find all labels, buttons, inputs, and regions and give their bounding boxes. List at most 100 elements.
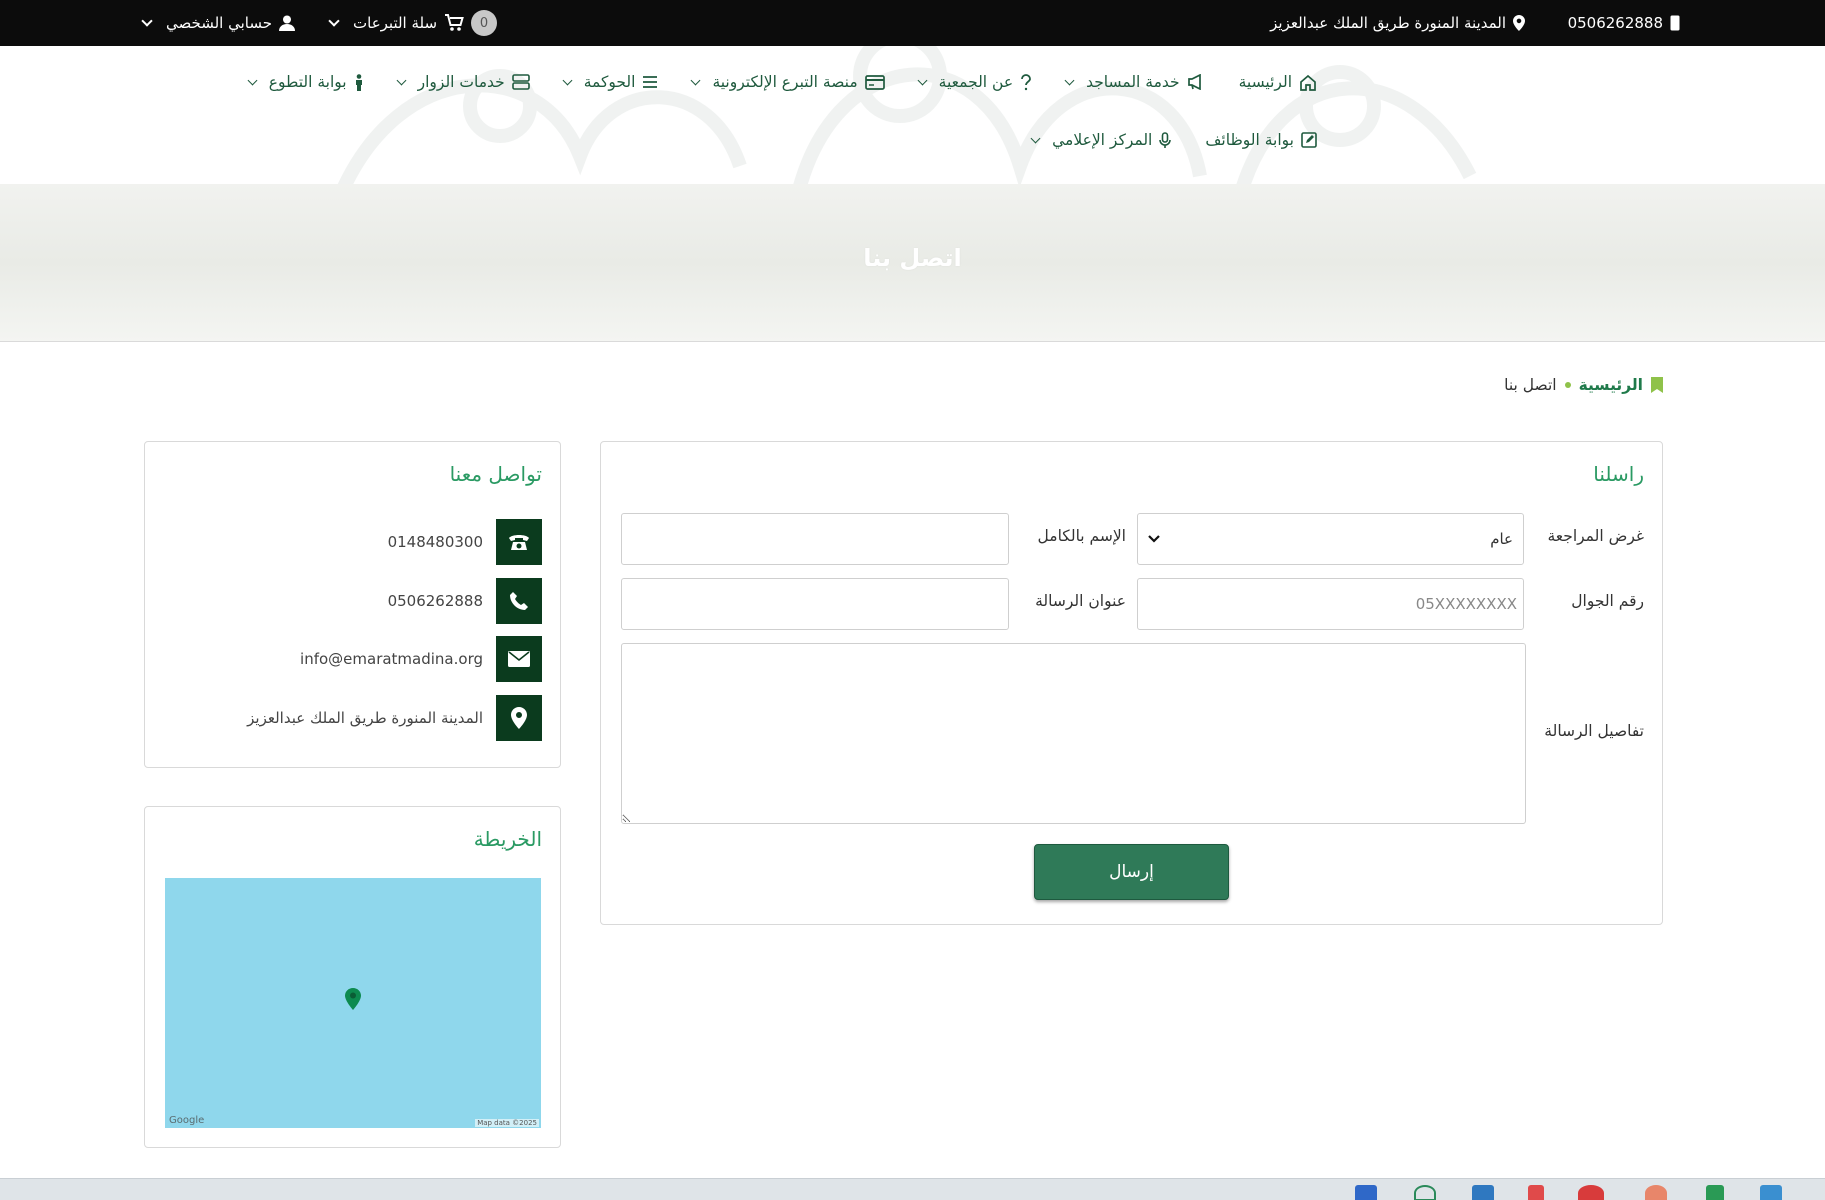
nav-item-label: بوابة الوظائف [1205,131,1294,149]
main-navigation: الرئيسية خدمة المساجد عن الجمعية منصة ال… [0,46,1825,184]
nav-item-media-center[interactable]: المركز الإعلامي [1030,131,1172,149]
nav-item-label: عن الجمعية [938,73,1014,91]
address-text: المدينة المنورة طريق الملك عبدالعزيز [247,709,483,727]
page-banner: اتصل بنا [0,184,1825,342]
map-card: الخريطة Google Map data ©2025 [144,806,561,1148]
taskbar-app-icon[interactable] [1706,1185,1724,1200]
chevron-down-icon [690,75,701,85]
breadcrumb-current: اتصل بنا [1504,376,1557,394]
chevron-down-icon [247,75,258,85]
taskbar-app-icon[interactable] [1472,1185,1494,1200]
google-logo: Google [169,1115,205,1126]
nav-item-home[interactable]: الرئيسية [1239,73,1317,91]
contact-form-card: راسلنا غرض المراجعة عام الإسم بالكامل رق… [600,441,1663,925]
details-label: تفاصيل الرسالة [1544,722,1644,740]
location-pin-icon [496,695,542,741]
nav-row-secondary: بوابة الوظائف المركز الإعلامي [998,131,1317,149]
taskbar-app-icon[interactable] [1760,1185,1782,1200]
contact-title: تواصل معنا [449,462,542,486]
person-icon [355,73,362,91]
user-icon [278,15,295,31]
nav-item-label: خدمة المساجد [1086,73,1180,91]
mobile-input[interactable] [1137,578,1524,630]
nav-item-label: الرئيسية [1238,73,1292,91]
account-label: حسابي الشخصي [166,14,272,32]
contact-mobile-row: 0506262888 [388,578,542,624]
ornament-background [337,46,1477,184]
nav-item-donation-platform[interactable]: منصة التبرع الإلكترونية [690,73,885,91]
banner-divider [0,341,1825,342]
cart-icon [445,14,464,31]
envelope-icon [496,636,542,682]
breadcrumb: الرئيسية اتصل بنا [1504,376,1663,394]
home-icon [1300,74,1316,91]
breadcrumb-home-link[interactable]: الرئيسية [1579,376,1643,394]
taskbar-app-icon[interactable] [1528,1185,1544,1200]
card-icon [864,74,885,90]
purpose-label: غرض المراجعة [1547,527,1644,545]
telephone-icon [496,519,542,565]
contact-landline-row: 0148480300 [388,519,542,565]
landline-text[interactable]: 0148480300 [388,533,483,551]
account-menu-button[interactable]: حسابي الشخصي [141,0,295,46]
nav-item-about[interactable]: عن الجمعية [917,73,1032,91]
chevron-down-icon [917,75,928,85]
contact-address-row: المدينة المنورة طريق الملك عبدالعزيز [247,695,542,741]
taskbar-app-icon[interactable] [1578,1185,1604,1200]
nav-item-governance[interactable]: الحوكمة [562,73,659,91]
map-marker-icon [345,988,361,1010]
nav-item-visitor-services[interactable]: خدمات الزوار [396,73,530,91]
cart-count-badge: 0 [471,10,498,36]
topbar-phone-text: 0506262888 [1567,14,1663,32]
email-text[interactable]: info@emaratmadina.org [300,650,483,668]
mobile-text[interactable]: 0506262888 [388,592,483,610]
nav-item-jobs-portal[interactable]: بوابة الوظائف [1205,131,1317,149]
topbar-phone[interactable]: 0506262888 [1568,0,1680,46]
megaphone-icon [1187,74,1201,90]
nav-item-label: المركز الإعلامي [1052,131,1153,149]
top-bar: 0506262888 المدينة المنورة طريق الملك عب… [0,0,1825,46]
breadcrumb-separator [1564,382,1571,388]
phone-icon [496,578,542,624]
nav-item-mosque-services[interactable]: خدمة المساجد [1064,73,1205,91]
subject-input[interactable] [621,578,1009,630]
map-attribution: Map data ©2025 [475,1119,539,1127]
chevron-down-icon [141,15,153,27]
nav-item-label: الحوكمة [583,73,636,91]
embedded-map[interactable]: Google Map data ©2025 [165,878,541,1128]
form-title: راسلنا [1593,462,1644,486]
chevron-down-icon [1148,535,1160,543]
chevron-down-icon [328,15,340,27]
purpose-select[interactable]: عام [1137,513,1524,565]
taskbar-app-icon[interactable] [1645,1185,1667,1200]
topbar-address: المدينة المنورة طريق الملك عبدالعزيز [1270,0,1525,46]
details-textarea[interactable] [621,643,1526,824]
chevron-down-icon [1064,75,1075,85]
fullname-input[interactable] [621,513,1009,565]
page-title: اتصل بنا [863,244,962,272]
location-pin-icon [1513,15,1525,31]
subject-label: عنوان الرسالة [1035,592,1126,610]
taskbar-app-icon[interactable] [1414,1185,1436,1200]
nav-item-label: بوابة التطوع [268,73,347,91]
bookmark-icon [1651,377,1663,393]
edit-icon [1301,132,1317,148]
topbar-address-text: المدينة المنورة طريق الملك عبدالعزيز [1270,14,1506,32]
chevron-down-icon [1030,133,1041,143]
cart-label: سلة التبرعات [353,14,438,32]
os-taskbar [0,1178,1825,1200]
list-icon [643,76,658,88]
chevron-down-icon [562,75,573,85]
contact-email-row: info@emaratmadina.org [300,636,542,682]
fullname-label: الإسم بالكامل [1037,527,1126,545]
chevron-down-icon [396,75,407,85]
nav-item-label: خدمات الزوار [417,73,505,91]
mobile-label: رقم الجوال [1571,592,1644,610]
nav-item-volunteer-portal[interactable]: بوابة التطوع [247,73,364,91]
submit-button[interactable]: إرسال [1034,844,1229,900]
donation-cart-button[interactable]: 0 سلة التبرعات [328,0,498,46]
question-icon [1021,73,1031,90]
nav-item-label: منصة التبرع الإلكترونية [712,73,858,91]
server-icon [511,74,530,90]
taskbar-app-icon[interactable] [1355,1185,1377,1200]
